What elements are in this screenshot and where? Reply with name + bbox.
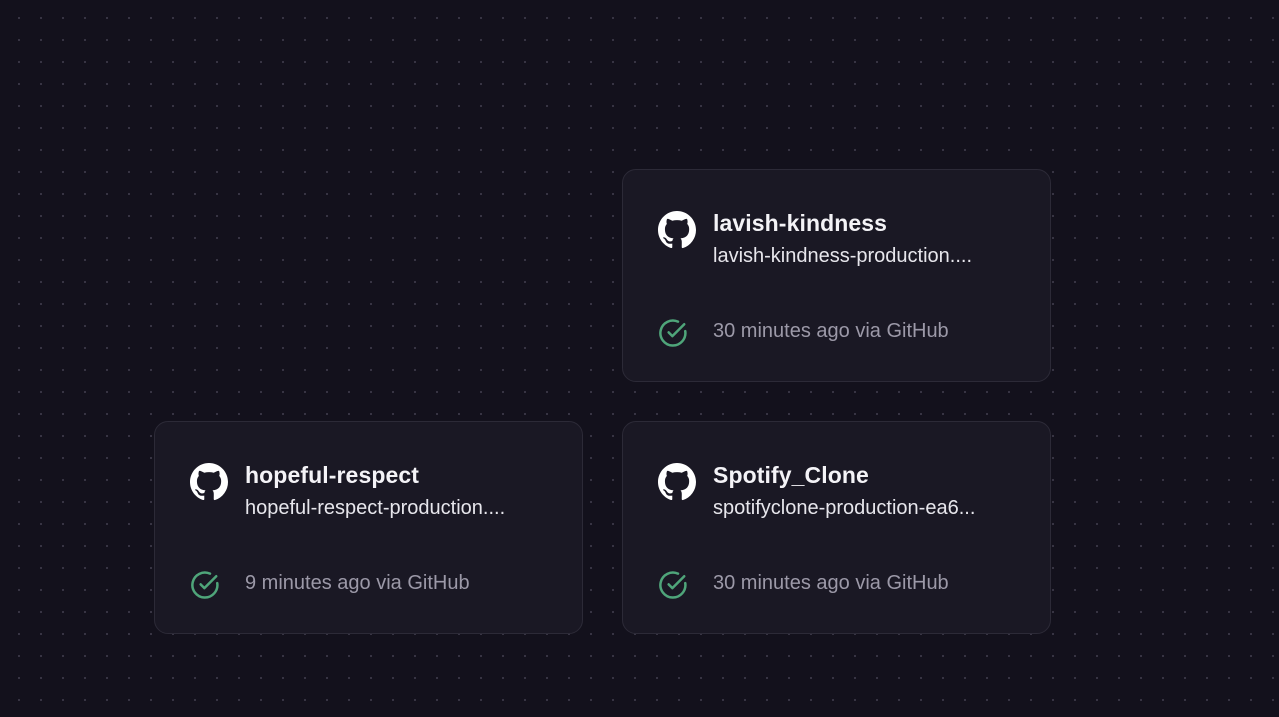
check-circle-icon bbox=[658, 570, 688, 600]
service-name: Spotify_Clone bbox=[713, 462, 869, 488]
service-domain-link[interactable]: hopeful-respect-production.... bbox=[245, 497, 555, 520]
github-icon bbox=[190, 463, 228, 501]
deployment-status: 30 minutes ago via GitHub bbox=[713, 320, 949, 342]
deployment-status: 30 minutes ago via GitHub bbox=[713, 572, 949, 594]
service-name: hopeful-respect bbox=[245, 462, 420, 488]
github-icon bbox=[658, 463, 696, 501]
service-domain-link[interactable]: spotifyclone-production-ea6... bbox=[713, 497, 1023, 520]
service-card-hopeful-respect[interactable]: hopeful-respect hopeful-respect-producti… bbox=[154, 421, 583, 634]
service-card-spotify-clone[interactable]: Spotify_Clone spotifyclone-production-ea… bbox=[622, 421, 1051, 634]
service-name: lavish-kindness bbox=[713, 210, 888, 236]
check-circle-icon bbox=[190, 570, 220, 600]
service-card-lavish-kindness[interactable]: lavish-kindness lavish-kindness-producti… bbox=[622, 169, 1051, 382]
check-circle-icon bbox=[658, 318, 688, 348]
project-canvas[interactable]: lavish-kindness lavish-kindness-producti… bbox=[0, 0, 1279, 717]
github-icon bbox=[658, 211, 696, 249]
deployment-status: 9 minutes ago via GitHub bbox=[245, 572, 470, 594]
service-domain-link[interactable]: lavish-kindness-production.... bbox=[713, 245, 1023, 268]
